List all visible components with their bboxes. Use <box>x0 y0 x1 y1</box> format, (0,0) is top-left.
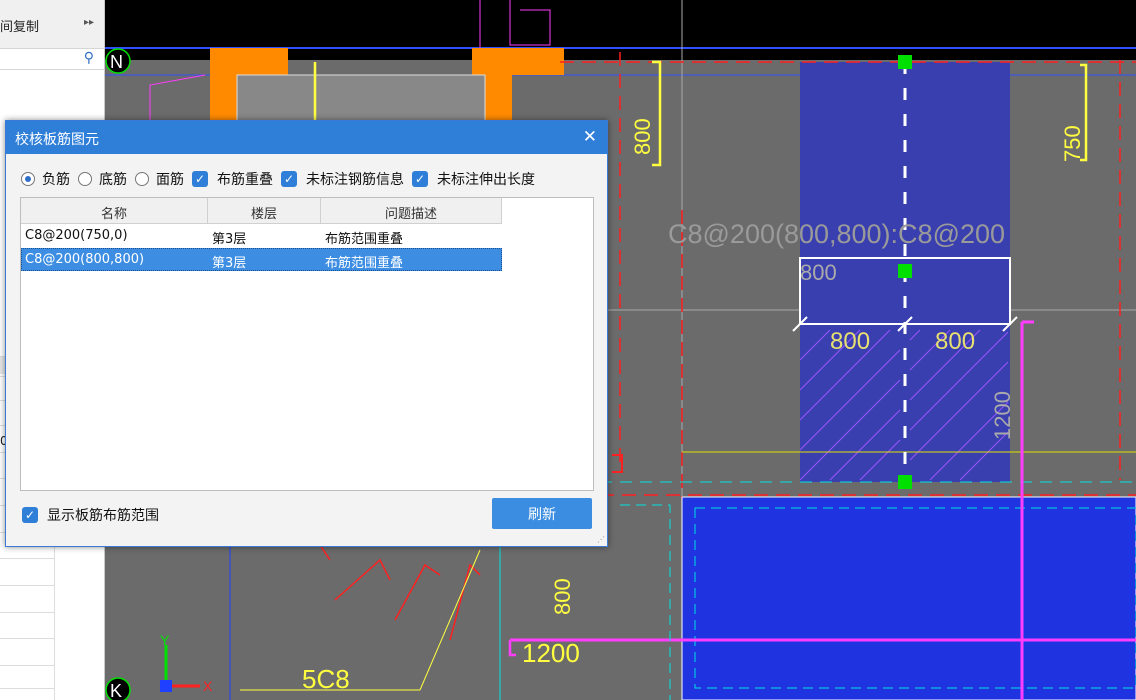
checkbox-unlabeled-length[interactable]: ✓ <box>412 171 428 187</box>
grip-mid[interactable] <box>898 264 912 278</box>
option-unlabeled-info[interactable]: ✓ 未标注钢筋信息 <box>281 169 404 189</box>
checkbox-unlabeled-info[interactable]: ✓ <box>281 171 297 187</box>
left-panel-row-line <box>0 612 54 613</box>
cell-name: C8@200(800,800) <box>25 252 145 267</box>
option-negative-rebar[interactable]: 负筋 <box>21 169 70 189</box>
cell-name: C8@200(750,0) <box>25 228 128 243</box>
option-label: 面筋 <box>156 172 184 188</box>
axis-n-label: N <box>110 52 123 72</box>
stair-hatch <box>236 74 486 124</box>
cell-issue: 布筋范围重叠 <box>325 232 404 247</box>
checkbox-show-range[interactable]: ✓ <box>22 507 38 523</box>
table-header: 名称 楼层 问题描述 <box>21 198 502 224</box>
dim-vertical-text: 1200 <box>990 391 1015 440</box>
checkbox-overlap[interactable]: ✓ <box>192 171 208 187</box>
option-top-rebar[interactable]: 面筋 <box>135 169 184 189</box>
left-panel-search[interactable]: ⚲ <box>0 49 104 70</box>
dim-stair-text: 800 <box>550 578 575 615</box>
left-panel-row-line <box>0 688 54 689</box>
radio-top-rebar[interactable] <box>135 172 149 186</box>
option-label: 未标注钢筋信息 <box>306 172 404 188</box>
option-overlap[interactable]: ✓ 布筋重叠 <box>192 169 273 189</box>
radio-bottom-rebar[interactable] <box>78 172 92 186</box>
left-panel-title[interactable]: 间复制 <box>0 16 39 35</box>
search-icon[interactable]: ⚲ <box>84 50 94 66</box>
dialog-title-bar[interactable]: 校核板筋图元 ✕ <box>6 121 607 154</box>
grip-bottom[interactable] <box>898 475 912 489</box>
table-row-selected[interactable]: C8@200(800,800) 第3层 布筋范围重叠 <box>21 248 502 271</box>
column-divider <box>501 198 502 223</box>
left-panel-row-line <box>0 558 54 559</box>
column-header-issue[interactable]: 问题描述 <box>321 203 501 222</box>
option-label: 布筋重叠 <box>217 172 273 188</box>
option-label: 负筋 <box>42 172 70 188</box>
check-slab-rebar-dialog: 校核板筋图元 ✕ 负筋 底筋 面筋 ✓ 布筋重叠 ✓ 未标注钢筋信息 ✓ 未标注伸出长… <box>5 120 608 547</box>
refresh-button[interactable]: 刷新 <box>492 498 592 529</box>
show-range-option[interactable]: ✓ 显示板筋布筋范围 <box>22 505 159 525</box>
left-panel-row-line <box>0 665 54 666</box>
stair-label-text: 5C8 <box>302 664 350 694</box>
filter-options: 负筋 底筋 面筋 ✓ 布筋重叠 ✓ 未标注钢筋信息 ✓ 未标注伸出长度 <box>21 169 543 189</box>
dim-bottom-text: 1200 <box>522 638 580 668</box>
dim-left-text: 800 <box>830 328 870 355</box>
close-icon[interactable]: ✕ <box>583 127 597 147</box>
resize-grip-icon[interactable]: ⋰ <box>597 535 605 544</box>
column-header-name[interactable]: 名称 <box>21 203 207 222</box>
left-panel-header: 间复制 ▸▸ <box>0 0 104 49</box>
left-panel-row-line <box>0 638 54 639</box>
left-panel-row-line <box>0 585 54 586</box>
option-label: 未标注伸出长度 <box>437 172 535 188</box>
blue-slab <box>681 496 1136 700</box>
cell-issue: 布筋范围重叠 <box>325 256 404 271</box>
table-row[interactable]: C8@200(750,0) 第3层 布筋范围重叠 <box>21 225 502 248</box>
cell-floor: 第3层 <box>212 232 247 247</box>
issue-table[interactable]: 名称 楼层 问题描述 C8@200(750,0) 第3层 布筋范围重叠 C8@2… <box>20 197 594 491</box>
option-unlabeled-length[interactable]: ✓ 未标注伸出长度 <box>412 169 535 189</box>
dim-top-right-text: 750 <box>1060 125 1085 162</box>
double-chevron-right-icon[interactable]: ▸▸ <box>84 17 94 28</box>
radio-negative-rebar[interactable] <box>21 172 35 186</box>
option-label: 底筋 <box>99 172 127 188</box>
ucs-x-label: X <box>203 678 213 694</box>
dim-right-text: 800 <box>935 328 975 355</box>
ucs-y-label: Y <box>160 632 170 648</box>
axis-k-label: K <box>110 681 122 700</box>
show-range-label: 显示板筋布筋范围 <box>47 508 159 524</box>
dialog-title: 校核板筋图元 <box>15 132 99 148</box>
grip-top[interactable] <box>898 55 912 69</box>
ucs-origin <box>160 680 172 692</box>
cell-floor: 第3层 <box>212 256 247 271</box>
option-bottom-rebar[interactable]: 底筋 <box>78 169 127 189</box>
dim-top-left-text: 800 <box>630 118 655 155</box>
dim-top-box-text: 800 <box>800 260 837 285</box>
rebar-label-text: C8@200(800,800):C8@200 <box>668 219 1005 249</box>
column-header-floor[interactable]: 楼层 <box>208 203 320 222</box>
